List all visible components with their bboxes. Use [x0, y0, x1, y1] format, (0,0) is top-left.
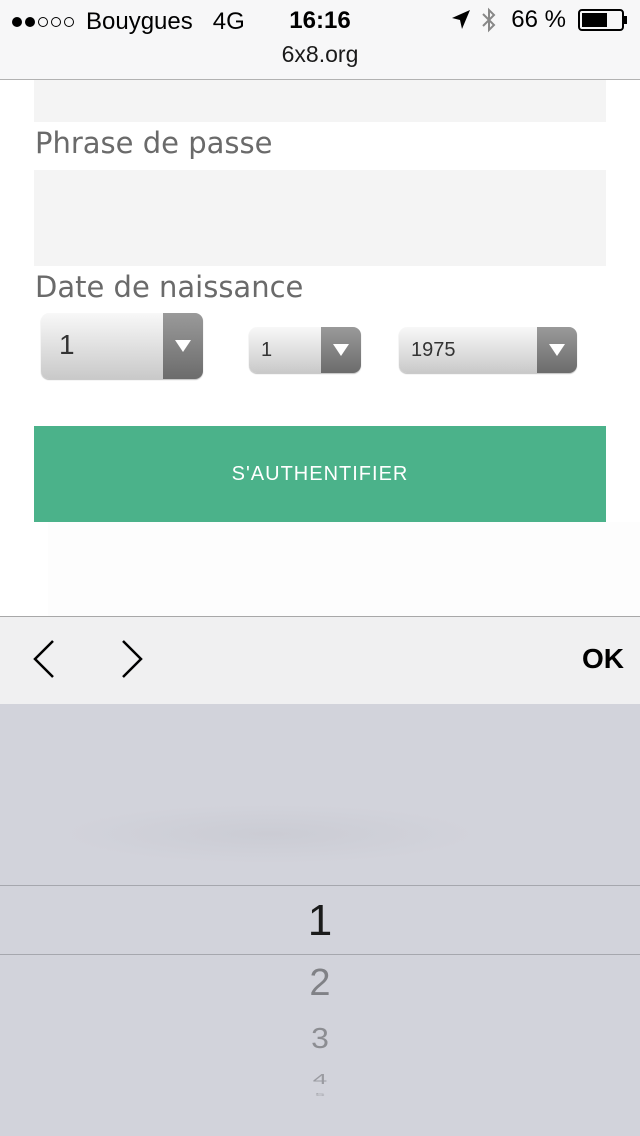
picker-blur-area: [60, 804, 480, 864]
status-and-url-bar: Bouygues 4G 16:16 66 % 6x8.org: [0, 0, 640, 80]
birthdate-label: Date de naissance: [35, 270, 304, 304]
month-select[interactable]: 1: [249, 327, 361, 373]
battery-icon: [578, 9, 628, 31]
battery-percent: 66 %: [511, 6, 566, 33]
day-select[interactable]: 1: [41, 313, 203, 379]
year-select-value: 1975: [411, 339, 456, 361]
page-bottom-area: [48, 522, 640, 616]
picker-item-selected[interactable]: 1: [0, 896, 640, 946]
keyboard-accessory-bar: OK: [0, 616, 640, 704]
previous-field[interactable]: [34, 80, 606, 122]
done-button[interactable]: OK: [582, 643, 624, 675]
picker-item[interactable]: 3: [0, 1022, 640, 1055]
day-select-value: 1: [59, 329, 75, 360]
dropdown-arrow-icon: [321, 327, 361, 373]
chevron-right-icon: [119, 639, 145, 683]
year-select[interactable]: 1975: [399, 327, 577, 373]
location-arrow-icon: [451, 9, 471, 31]
picker-item[interactable]: 2: [0, 962, 640, 1005]
passphrase-input[interactable]: [34, 170, 606, 266]
picker-item[interactable]: 4: [0, 1071, 640, 1088]
bluetooth-icon: [481, 7, 497, 33]
passphrase-label: Phrase de passe: [35, 126, 273, 160]
dropdown-arrow-icon: [537, 327, 577, 373]
next-field-button[interactable]: [112, 639, 152, 683]
month-select-value: 1: [261, 339, 273, 361]
dropdown-arrow-icon: [163, 313, 203, 379]
authenticate-button[interactable]: S'AUTHENTIFIER: [34, 426, 606, 522]
chevron-left-icon: [31, 639, 57, 683]
selection-line-bottom: [0, 954, 640, 955]
previous-field-button[interactable]: [24, 639, 64, 683]
status-right: 66 %: [451, 6, 628, 34]
selection-line-top: [0, 885, 640, 886]
day-picker-wheel[interactable]: 1 2 3 4 5: [0, 704, 640, 1136]
address-bar-url[interactable]: 6x8.org: [0, 41, 640, 68]
picker-item[interactable]: 5: [0, 1092, 640, 1097]
